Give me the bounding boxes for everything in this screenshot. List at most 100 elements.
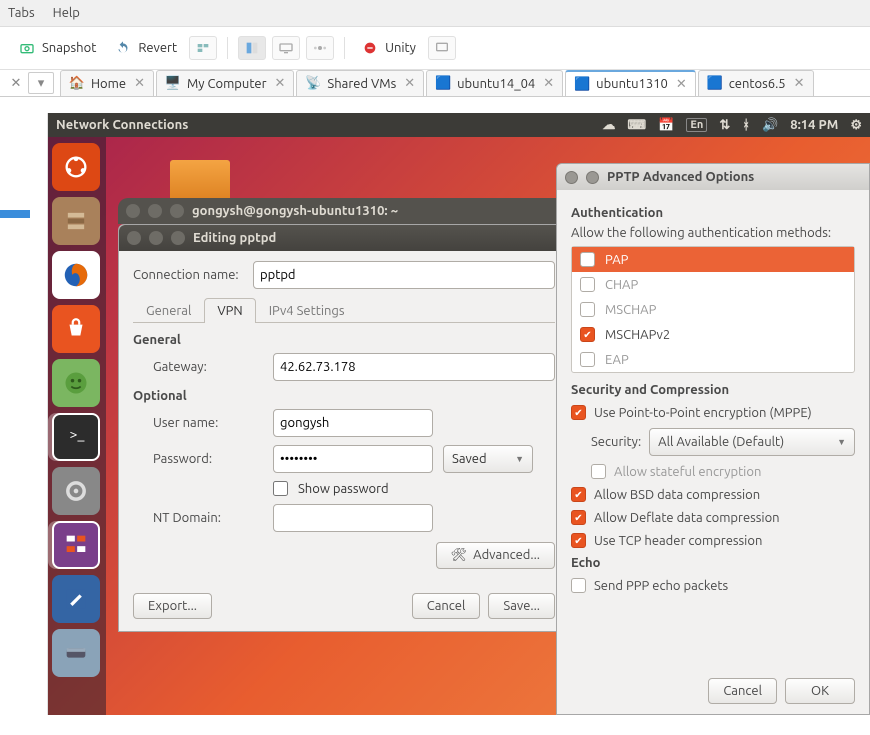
window-close-icon[interactable] xyxy=(565,171,578,184)
tab-vpn[interactable]: VPN xyxy=(204,298,255,323)
tab-home[interactable]: 🏠 Home ✕ xyxy=(60,70,154,96)
gear-icon[interactable]: ⚙ xyxy=(850,118,862,133)
dash-icon[interactable] xyxy=(52,143,100,191)
close-icon[interactable]: ✕ xyxy=(794,76,805,91)
software-updater-icon[interactable]: ☁ xyxy=(602,118,615,133)
security-heading: Security and Compression xyxy=(571,383,855,397)
tab-shared[interactable]: 📡 Shared VMs ✕ xyxy=(296,70,424,96)
drive-icon[interactable] xyxy=(52,629,100,677)
echo-label: Send PPP echo packets xyxy=(594,579,728,593)
deflate-label: Allow Deflate data compression xyxy=(594,511,780,525)
auth-pap-label: PAP xyxy=(605,253,628,267)
gateway-input[interactable] xyxy=(273,353,555,381)
stateful-checkbox[interactable] xyxy=(591,464,606,479)
window-maximize-icon[interactable] xyxy=(171,231,185,245)
sidebar-close-icon[interactable]: ✕ xyxy=(4,76,28,91)
window-minimize-icon[interactable] xyxy=(148,204,162,218)
host-menubar: Tabs Help xyxy=(0,0,870,27)
edit-connection-window: Editing pptpd Connection name: General V… xyxy=(118,224,570,632)
view-thumbnail-button[interactable] xyxy=(428,36,456,60)
adv-cancel-button[interactable]: Cancel xyxy=(708,678,777,704)
tcp-label: Use TCP header compression xyxy=(594,534,762,548)
window-minimize-icon[interactable] xyxy=(586,171,599,184)
authentication-heading: Authentication xyxy=(571,206,855,220)
advanced-button[interactable]: 🛠 Advanced... xyxy=(436,542,555,569)
edit-title: Editing pptpd xyxy=(193,231,276,245)
auth-eap[interactable]: EAP xyxy=(572,347,854,372)
vm-toolbar: Snapshot Revert Unity xyxy=(0,27,870,70)
connection-name-input[interactable] xyxy=(253,261,555,289)
view-cycle-button[interactable] xyxy=(306,36,334,60)
window-close-icon[interactable] xyxy=(127,231,141,245)
tab-ipv4[interactable]: IPv4 Settings xyxy=(256,298,358,323)
settings-icon[interactable] xyxy=(52,467,100,515)
show-password-label: Show password xyxy=(298,482,389,496)
menu-tabs[interactable]: Tabs xyxy=(8,6,35,20)
tab-ubuntu1310[interactable]: 🟦 ubuntu1310 ✕ xyxy=(565,70,696,96)
language-indicator[interactable]: En xyxy=(686,118,707,132)
clock[interactable]: 8:14 PM xyxy=(790,118,838,132)
mppe-checkbox[interactable]: ✔ xyxy=(571,405,586,420)
auth-eap-label: EAP xyxy=(605,353,629,367)
snapshot-button[interactable]: Snapshot xyxy=(12,35,102,61)
view-console-button[interactable] xyxy=(272,36,300,60)
tab-general[interactable]: General xyxy=(133,298,204,323)
adv-ok-button[interactable]: OK xyxy=(785,678,855,704)
tab-centos[interactable]: 🟦 centos6.5 ✕ xyxy=(698,70,814,96)
show-password-checkbox[interactable] xyxy=(273,481,288,496)
password-storage-value: Saved xyxy=(452,452,487,466)
snapshot-label: Snapshot xyxy=(42,41,96,55)
save-button[interactable]: Save... xyxy=(488,593,555,619)
close-icon[interactable]: ✕ xyxy=(543,76,554,91)
text-editor-icon[interactable] xyxy=(52,575,100,623)
software-center-icon[interactable] xyxy=(52,305,100,353)
volume-icon[interactable]: 🔊 xyxy=(762,118,778,133)
keyboard-icon[interactable]: ⌨ xyxy=(627,118,646,133)
close-icon[interactable]: ✕ xyxy=(134,76,145,91)
ubuntu-top-panel: Network Connections ☁ ⌨ 📅 En ⇅ ᚼ 🔊 8:14 … xyxy=(48,113,870,137)
security-combo[interactable]: All Available (Default) ▼ xyxy=(649,428,855,456)
tab-mycomputer[interactable]: 🖥️ My Computer ✕ xyxy=(156,70,294,96)
tab-scroll-button[interactable]: ▾ xyxy=(28,72,54,94)
echo-checkbox[interactable] xyxy=(571,578,586,593)
cancel-button[interactable]: Cancel xyxy=(412,593,481,619)
auth-mschapv2[interactable]: ✔ MSCHAPv2 xyxy=(572,322,854,347)
network-settings-icon[interactable] xyxy=(52,521,100,569)
password-label: Password: xyxy=(153,452,263,466)
deflate-checkbox[interactable]: ✔ xyxy=(571,510,586,525)
status-icon[interactable] xyxy=(52,359,100,407)
auth-chap[interactable]: CHAP xyxy=(572,272,854,297)
bsd-label: Allow BSD data compression xyxy=(594,488,760,502)
network-icon[interactable]: ⇅ xyxy=(719,118,730,133)
bsd-checkbox[interactable]: ✔ xyxy=(571,487,586,502)
revert-button[interactable]: Revert xyxy=(108,35,183,61)
password-input[interactable] xyxy=(273,445,433,473)
window-minimize-icon[interactable] xyxy=(149,231,163,245)
terminal-icon[interactable]: >_ xyxy=(52,413,100,461)
auth-pap[interactable]: PAP xyxy=(572,247,854,272)
firefox-icon[interactable] xyxy=(52,251,100,299)
checkbox-icon xyxy=(580,252,595,267)
close-icon[interactable]: ✕ xyxy=(404,76,415,91)
window-maximize-icon[interactable] xyxy=(170,204,184,218)
wrench-icon: 🛠 xyxy=(451,548,468,562)
menu-help[interactable]: Help xyxy=(53,6,80,20)
username-input[interactable] xyxy=(273,409,433,437)
calendar-icon[interactable]: 📅 xyxy=(658,118,674,133)
view-fullscreen-button[interactable] xyxy=(238,36,266,60)
auth-mschap[interactable]: MSCHAP xyxy=(572,297,854,322)
snapshot-manager-button[interactable] xyxy=(189,36,217,60)
close-icon[interactable]: ✕ xyxy=(275,76,286,91)
bluetooth-icon[interactable]: ᚼ xyxy=(742,118,750,132)
password-storage-combo[interactable]: Saved ▼ xyxy=(443,445,533,473)
tab-centos-label: centos6.5 xyxy=(729,77,786,91)
nt-domain-input[interactable] xyxy=(273,504,433,532)
close-icon[interactable]: ✕ xyxy=(676,77,687,92)
window-close-icon[interactable] xyxy=(126,204,140,218)
tcp-checkbox[interactable]: ✔ xyxy=(571,533,586,548)
unity-button[interactable]: Unity xyxy=(355,35,422,61)
shared-icon: 📡 xyxy=(305,76,321,92)
files-icon[interactable] xyxy=(52,197,100,245)
export-button[interactable]: Export... xyxy=(133,593,212,619)
tab-ubuntu14[interactable]: 🟦 ubuntu14_04 ✕ xyxy=(426,70,563,96)
